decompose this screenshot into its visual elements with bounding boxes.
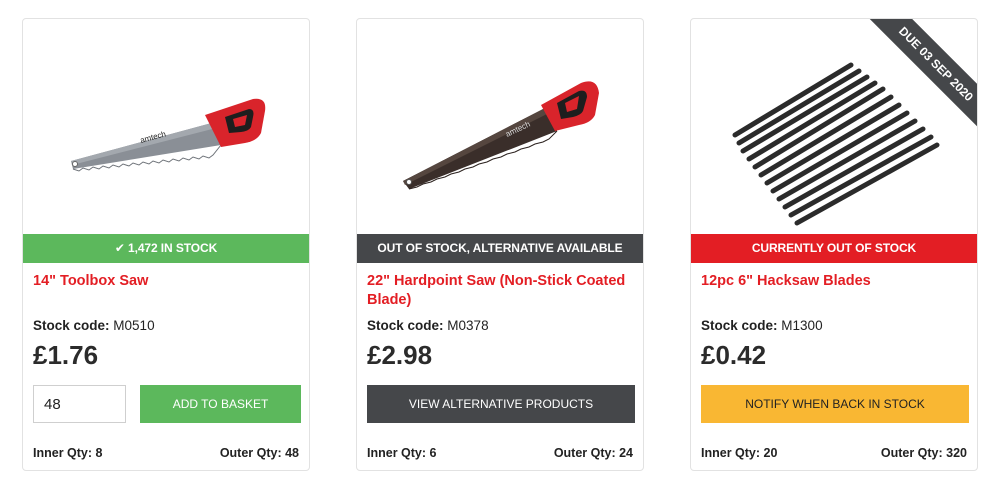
notify-back-in-stock-button[interactable]: NOTIFY WHEN BACK IN STOCK xyxy=(701,385,969,423)
add-to-basket-button[interactable]: ADD TO BASKET xyxy=(140,385,301,423)
stock-code-value: M0378 xyxy=(447,318,489,333)
inner-qty: Inner Qty: 20 xyxy=(701,446,778,460)
product-card: amtech ✔ 1,472 IN STOCK 14" Toolbox Saw … xyxy=(22,18,310,471)
stock-code: Stock code: M1300 xyxy=(701,318,823,333)
due-date-ribbon: DUE 03 SEP 2020 xyxy=(867,19,977,129)
outer-qty: Outer Qty: 24 xyxy=(553,446,633,460)
stock-code: Stock code: M0378 xyxy=(367,318,489,333)
inner-qty: Inner Qty: 6 xyxy=(367,446,437,460)
hand-saw-icon: amtech xyxy=(71,98,266,172)
stock-code-value: M1300 xyxy=(781,318,823,333)
product-price: £2.98 xyxy=(367,340,433,370)
stock-code-value: M0510 xyxy=(113,318,155,333)
due-date-text: DUE 03 SEP 2020 xyxy=(867,19,977,129)
hardpoint-saw-icon: amtech xyxy=(403,81,599,190)
stock-status-banner: OUT OF STOCK, ALTERNATIVE AVAILABLE xyxy=(357,234,643,263)
stock-status-banner: ✔ 1,472 IN STOCK xyxy=(23,234,309,263)
product-price: £0.42 xyxy=(701,340,767,370)
product-image[interactable]: amtech xyxy=(357,19,643,234)
product-title[interactable]: 12pc 6" Hacksaw Blades xyxy=(701,272,967,291)
outer-qty: Outer Qty: 48 xyxy=(219,446,299,460)
product-image[interactable]: amtech xyxy=(23,19,309,234)
product-image[interactable]: DUE 03 SEP 2020 xyxy=(691,19,977,234)
quantity-input[interactable] xyxy=(33,385,126,423)
product-title[interactable]: 22" Hardpoint Saw (Non-Stick Coated Blad… xyxy=(367,272,633,310)
stock-code-label: Stock code: xyxy=(33,318,110,333)
view-alternative-products-button[interactable]: VIEW ALTERNATIVE PRODUCTS xyxy=(367,385,635,423)
stock-code-label: Stock code: xyxy=(367,318,444,333)
inner-qty: Inner Qty: 8 xyxy=(33,446,103,460)
product-price: £1.76 xyxy=(33,340,99,370)
product-card: amtech OUT OF STOCK, ALTERNATIVE AVAILAB… xyxy=(356,18,644,471)
stock-code-label: Stock code: xyxy=(701,318,778,333)
product-card: DUE 03 SEP 2020 CURRENTLY OUT OF STOCK 1… xyxy=(690,18,978,471)
product-title[interactable]: 14" Toolbox Saw xyxy=(33,272,299,291)
outer-qty: Outer Qty: 320 xyxy=(880,446,967,460)
stock-status-banner: CURRENTLY OUT OF STOCK xyxy=(691,234,977,263)
stock-code: Stock code: M0510 xyxy=(33,318,155,333)
